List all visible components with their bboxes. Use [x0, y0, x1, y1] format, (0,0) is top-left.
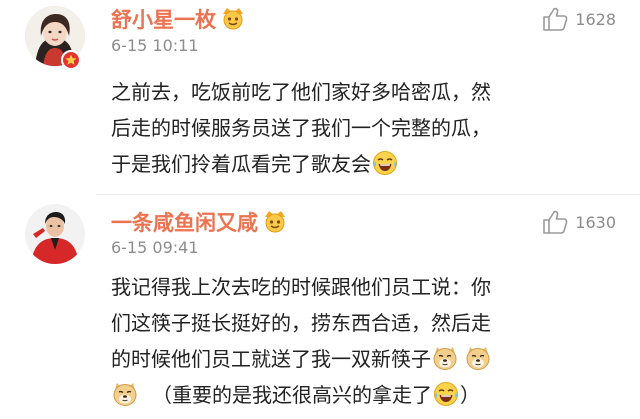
comment-item: 一条咸鱼闲又咸 6-15 09:41 1630 我记得我上次去吃的时候跟他们员工… [0, 195, 640, 419]
comment-text: 我记得我上次去吃的时候跟他们员工说：你 们这筷子挺长挺好的，捞东西合适，然后走 … [111, 269, 616, 413]
comment-line: （重要的是我还很高兴的拿走了 ） [111, 377, 616, 413]
crown-face-icon [223, 8, 243, 30]
comment-line: 之前去，吃饭前吃了他们家好多哈密瓜，然 [111, 80, 491, 104]
timestamp: 6-15 09:41 [111, 238, 199, 257]
comment-line: 们这筷子挺长挺好的，捞东西合适，然后走 [111, 311, 491, 335]
comment-text: 之前去，吃饭前吃了他们家好多哈密瓜，然 后走的时候服务员送了我们一个完整的瓜， … [111, 74, 616, 182]
doge-emoji-icon [433, 347, 457, 370]
username-text[interactable]: 一条咸鱼闲又咸 [111, 211, 258, 235]
like-count: 1630 [575, 212, 616, 232]
comment-line: 后走的时候服务员送了我们一个完整的瓜， [111, 116, 491, 140]
comment-line: 我记得我上次去吃的时候跟他们员工说：你 [111, 275, 491, 299]
comment-list: 舒小星一枚 6-15 10:11 1628 之前去，吃饭前吃了他们家好多哈密瓜，… [0, 0, 640, 419]
laughing-tears-emoji-icon [434, 382, 458, 406]
laughing-tears-emoji-icon [373, 151, 397, 175]
like-button[interactable]: 1630 [541, 209, 616, 235]
thumbs-up-icon [543, 210, 568, 234]
thumbs-up-icon [543, 7, 568, 31]
comment-line-text: （重要的是我还很高兴的拿走了 [152, 383, 432, 407]
comment-line: 于是我们拎着瓜看完了歌友会 [111, 146, 616, 182]
comment-line-suffix: ） [460, 383, 480, 407]
timestamp: 6-15 10:11 [111, 36, 199, 55]
like-count: 1628 [575, 9, 616, 29]
comment-item: 舒小星一枚 6-15 10:11 1628 之前去，吃饭前吃了他们家好多哈密瓜，… [0, 0, 640, 194]
doge-emoji-icon [113, 383, 137, 406]
vip-badge-icon [61, 50, 81, 70]
avatar-man-red-suit-icon [25, 204, 85, 264]
crown-face-icon [265, 211, 285, 233]
username-text[interactable]: 舒小星一枚 [111, 8, 216, 32]
comment-line-text: 于是我们拎着瓜看完了歌友会 [111, 152, 371, 176]
doge-emoji-icon [466, 347, 490, 370]
comment-line: 的时候他们员工就送了我一双新筷子 [111, 341, 616, 377]
comment-line-text: 的时候他们员工就送了我一双新筷子 [111, 347, 431, 371]
username[interactable]: 舒小星一枚 [111, 6, 246, 32]
username[interactable]: 一条咸鱼闲又咸 [111, 209, 288, 235]
like-button[interactable]: 1628 [541, 6, 616, 32]
avatar[interactable] [25, 204, 85, 264]
